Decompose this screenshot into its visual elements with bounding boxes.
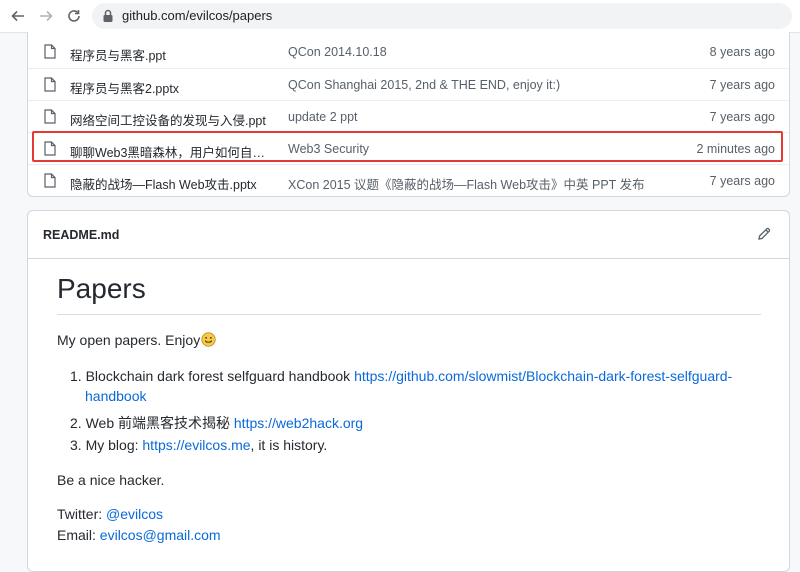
list-suffix: , it is history. <box>250 437 328 453</box>
smiley-emoji-icon <box>201 332 216 347</box>
commit-age: 7 years ago <box>709 110 775 124</box>
commit-age: 8 years ago <box>709 45 775 59</box>
twitter-label: Twitter: <box>57 506 107 522</box>
intro-paragraph: My open papers. Enjoy <box>57 332 216 348</box>
file-row[interactable]: 聊聊Web3黑暗森林，用户如何自我... Web3 Security 2 min… <box>28 132 789 164</box>
readme-heading: Papers <box>57 273 146 304</box>
file-row[interactable]: 程序员与黑客2.pptx QCon Shanghai 2015, 2nd & T… <box>28 68 789 100</box>
file-name-link[interactable]: 聊聊Web3黑暗森林，用户如何自我... <box>70 142 270 161</box>
handbook-link-continued[interactable]: handbook <box>85 388 147 404</box>
reload-icon <box>68 10 80 22</box>
list-item-continuation: handbook <box>85 388 147 404</box>
pencil-icon[interactable] <box>757 227 771 241</box>
file-icon <box>44 109 56 124</box>
file-name-link[interactable]: 程序员与黑客.ppt <box>70 45 270 64</box>
email-link[interactable]: evilcos@gmail.com <box>100 527 221 543</box>
file-icon <box>44 141 56 156</box>
web2hack-link[interactable]: https://web2hack.org <box>234 415 363 431</box>
commit-message-link[interactable]: update 2 ppt <box>288 110 668 124</box>
list-number: 3. <box>70 437 82 453</box>
file-name-link[interactable]: 程序员与黑客2.pptx <box>70 78 270 97</box>
forward-button[interactable] <box>34 4 58 28</box>
url-text: github.com/evilcos/papers <box>122 8 273 23</box>
list-number: 2. <box>70 415 82 431</box>
list-item: 1. Blockchain dark forest selfguard hand… <box>70 368 732 384</box>
lock-icon <box>103 9 113 22</box>
list-text: Blockchain dark forest selfguard handboo… <box>85 368 355 384</box>
arrow-right-icon <box>40 10 53 22</box>
commit-message-link[interactable]: QCon 2014.10.18 <box>288 45 668 59</box>
commit-message-link[interactable]: XCon 2015 议题《隐蔽的战场—Flash Web攻击》中英 PPT 发布 <box>288 174 688 193</box>
file-row[interactable]: 程序员与黑客.ppt QCon 2014.10.18 8 years ago <box>28 36 789 68</box>
file-list: 程序员与黑客.ppt QCon 2014.10.18 8 years ago 程… <box>27 32 790 197</box>
list-item: 3. My blog: https://evilcos.me, it is hi… <box>70 437 327 453</box>
file-icon <box>44 173 56 188</box>
closing-paragraph: Be a nice hacker. <box>57 472 165 488</box>
list-text: My blog: <box>85 437 143 453</box>
intro-text: My open papers. Enjoy <box>57 332 201 348</box>
email-line: Email: evilcos@gmail.com <box>57 527 221 543</box>
commit-age: 2 minutes ago <box>696 142 775 156</box>
blog-link[interactable]: https://evilcos.me <box>142 437 250 453</box>
address-bar[interactable]: github.com/evilcos/papers <box>92 3 792 29</box>
heading-divider <box>57 314 761 315</box>
file-name-link[interactable]: 网络空间工控设备的发现与入侵.ppt <box>70 110 270 129</box>
back-button[interactable] <box>6 4 30 28</box>
commit-age: 7 years ago <box>709 174 775 188</box>
file-name-link[interactable]: 隐蔽的战场—Flash Web攻击.pptx <box>70 174 270 193</box>
readme-panel: README.md Papers My open papers. Enjoy 1… <box>27 210 790 572</box>
file-row[interactable]: 网络空间工控设备的发现与入侵.ppt update 2 ppt 7 years … <box>28 100 789 132</box>
readme-header: README.md <box>28 211 789 259</box>
commit-age: 7 years ago <box>709 78 775 92</box>
twitter-line: Twitter: @evilcos <box>57 506 163 522</box>
arrow-left-icon <box>11 10 24 22</box>
list-number: 1. <box>70 368 82 384</box>
file-icon <box>44 44 56 59</box>
handbook-link[interactable]: https://github.com/slowmist/Blockchain-d… <box>354 368 732 384</box>
email-label: Email: <box>57 527 100 543</box>
commit-message-link[interactable]: Web3 Security <box>288 142 668 156</box>
file-icon <box>44 77 56 92</box>
commit-message-link[interactable]: QCon Shanghai 2015, 2nd & THE END, enjoy… <box>288 78 668 92</box>
list-text: Web 前端黑客技术揭秘 <box>85 415 234 431</box>
file-row[interactable]: 隐蔽的战场—Flash Web攻击.pptx XCon 2015 议题《隐蔽的战… <box>28 164 789 196</box>
readme-filename: README.md <box>43 228 120 242</box>
reload-button[interactable] <box>62 4 86 28</box>
browser-toolbar: github.com/evilcos/papers <box>0 0 800 33</box>
twitter-link[interactable]: @evilcos <box>106 506 163 522</box>
list-item: 2. Web 前端黑客技术揭秘 https://web2hack.org <box>70 413 363 433</box>
